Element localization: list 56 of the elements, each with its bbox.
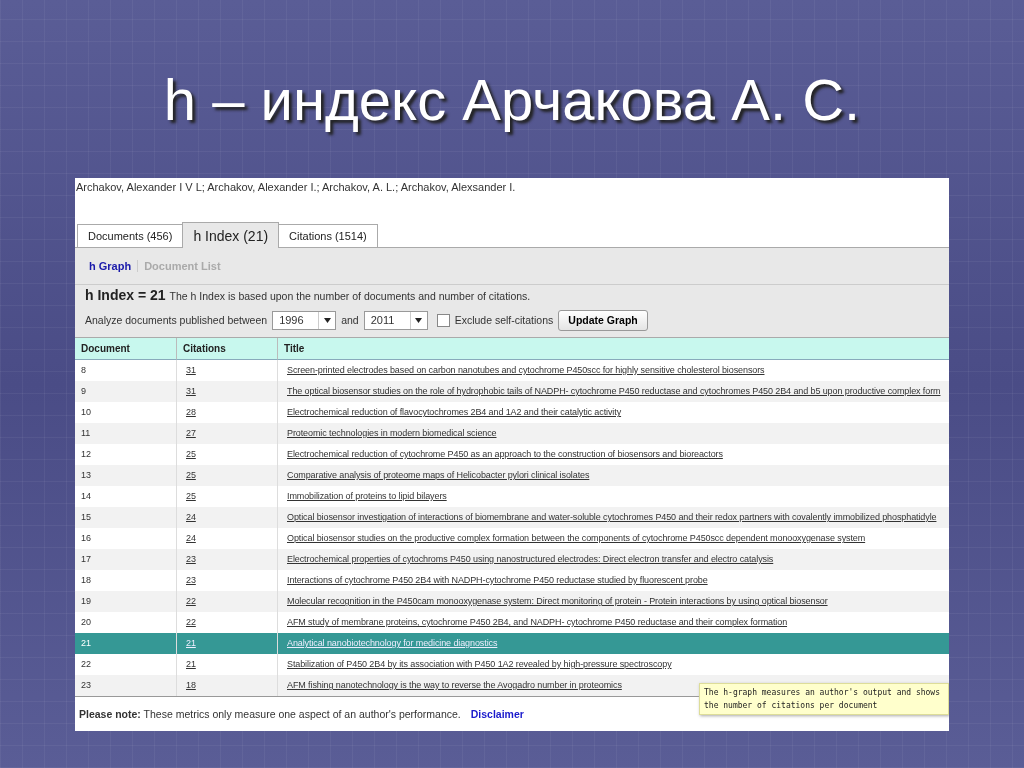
h-index-heading: h Index = 21	[85, 287, 166, 303]
note-text: Please note: These metrics only measure one aspect of an author's performance.	[79, 708, 461, 720]
title-link[interactable]: Optical biosensor studies on the productive complex formation between the components of cytochrome P450scc dependent monooxygenase system	[284, 533, 866, 543]
title-link[interactable]: Electrochemical reduction of flavocytochromes 2B4 and 1A2 and their catalytic activity	[284, 407, 622, 417]
caret-icon	[323, 317, 331, 323]
author-names: Archakov, Alexander I V L; Archakov, Alexander I.; Archakov, A. L.; Archakov, Alexsander I.	[75, 180, 517, 195]
citations-link[interactable]: 27	[183, 428, 196, 438]
title-link[interactable]: Screen-printed electrodes based on carbon nanotubes and cytochrome P450scc for highly sensitive cholesterol biosensors	[284, 365, 765, 375]
citations-link[interactable]: 21	[183, 659, 196, 669]
table-cell: 23	[75, 675, 176, 696]
citations-link[interactable]: 28	[183, 407, 196, 417]
column-header: Citations	[176, 338, 277, 360]
citations-link[interactable]: 18	[183, 680, 196, 690]
column-header: Title	[277, 338, 949, 360]
table-cell: 11	[75, 423, 176, 444]
filter-label: Analyze documents published between	[85, 314, 268, 326]
title-link[interactable]: Interactions of cytochrome P450 2B4 with NADPH-cytochrome P450 reductase studied by fluorescent probe	[284, 575, 708, 585]
disclaimer-link[interactable]: Disclaimer	[470, 708, 524, 720]
slide-title: h – индекс Арчакова А. С.	[163, 66, 861, 134]
citations-link[interactable]: 23	[183, 554, 196, 564]
tab[interactable]: Citations (1514)	[278, 224, 378, 247]
h-index-description: The h Index is based upon the number of documents and number of citations.	[169, 290, 531, 302]
update-graph-button[interactable]: Update Graph	[558, 309, 648, 331]
title-link[interactable]: Proteomic technologies in modern biomedical science	[284, 428, 497, 438]
citations-link[interactable]: 22	[183, 617, 196, 627]
view-link[interactable]: h Graph	[89, 260, 132, 272]
citations-link[interactable]: 23	[183, 575, 196, 585]
citations-link[interactable]: 24	[183, 533, 196, 543]
table-cell: 21	[75, 633, 176, 654]
citations-link[interactable]: 31	[183, 386, 196, 396]
citations-link[interactable]: 24	[183, 512, 196, 522]
table-cell: 17	[75, 549, 176, 570]
tooltip: The h-graph measures an author's output and shows the number of citations per document	[699, 683, 949, 715]
table-cell: 15	[75, 507, 176, 528]
title-link[interactable]: AFM fishing nanotechnology is the way to reverse the Avogadro number in proteomics	[284, 680, 622, 690]
checkbox-label: Exclude self-citations	[454, 314, 554, 326]
year-dropdown[interactable]: 1996	[272, 310, 337, 330]
title-link[interactable]: Immobilization of proteins to lipid bilayers	[284, 491, 447, 501]
citations-link[interactable]: 31	[183, 365, 196, 375]
citations-link[interactable]: 25	[183, 449, 196, 459]
table-cell: 9	[75, 381, 176, 402]
caret-icon	[415, 317, 423, 323]
column-header: Document	[75, 338, 176, 360]
citations-link[interactable]: 25	[183, 470, 196, 480]
title-link[interactable]: AFM study of membrane proteins, cytochrome P450 2B4, and NADPH- cytochrome P450 reductase and their complex formation	[284, 617, 788, 627]
tab[interactable]: h Index (21)	[182, 222, 280, 248]
title-link[interactable]: Electrochemical reduction of cytochrome P450 as an approach to the construction of biosensors and bioreactors	[284, 449, 723, 459]
checkbox[interactable]	[436, 313, 450, 327]
filter-joiner: and	[341, 314, 359, 326]
citations-link[interactable]: 22	[183, 596, 196, 606]
citations-link[interactable]: 25	[183, 491, 196, 501]
table-cell: 13	[75, 465, 176, 486]
year-dropdown[interactable]: 2011	[363, 310, 428, 330]
table-cell: 19	[75, 591, 176, 612]
tab[interactable]: Documents (456)	[77, 224, 184, 247]
title-link[interactable]: Stabilization of P450 2B4 by its association with P450 1A2 revealed by high-pressure spectroscopy	[284, 659, 672, 669]
